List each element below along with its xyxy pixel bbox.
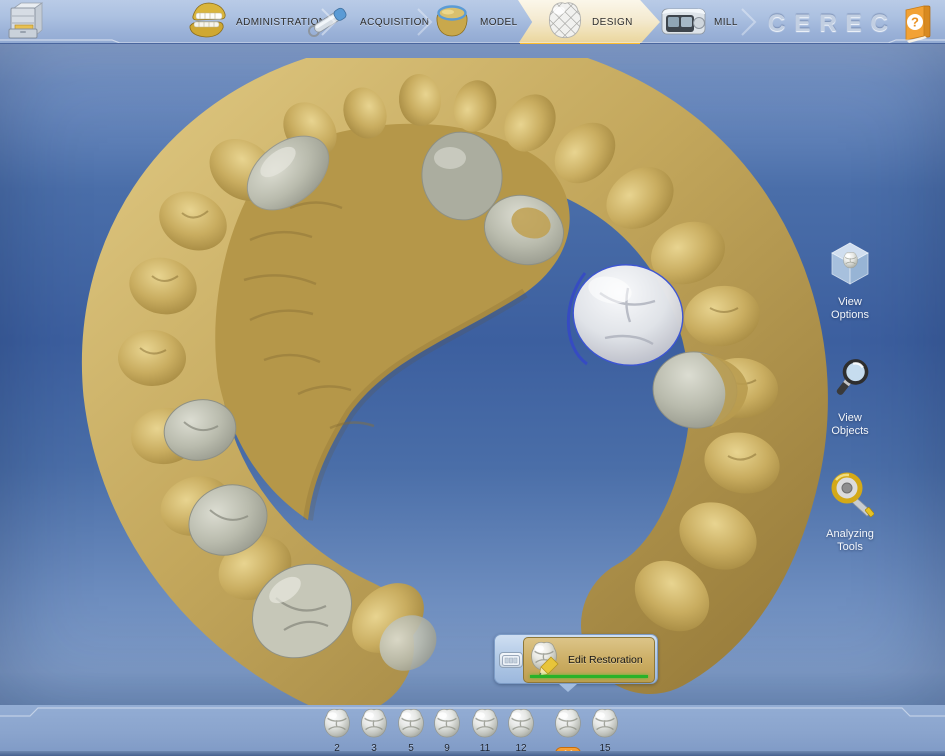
scanner-wand-icon bbox=[306, 0, 354, 45]
analyzing-tools-label: Analyzing Tools bbox=[820, 528, 880, 554]
tooth-number: 15 bbox=[588, 743, 622, 754]
tab-acquisition-label: ACQUISITION bbox=[360, 17, 429, 28]
analyzing-tools-button[interactable]: Analyzing Tools bbox=[820, 472, 880, 554]
model-stump-icon bbox=[430, 0, 474, 45]
3d-viewport[interactable]: View Options View Objects bbox=[0, 44, 945, 705]
cerec-logo: CEREC bbox=[768, 10, 892, 38]
tab-design-label: DESIGN bbox=[592, 17, 633, 28]
molar-icon bbox=[359, 707, 389, 739]
help-book-icon[interactable]: ? bbox=[898, 3, 936, 48]
molar-icon bbox=[590, 707, 620, 739]
dentures-icon bbox=[186, 0, 230, 45]
milling-unit-icon bbox=[658, 0, 708, 45]
model-3d-view[interactable] bbox=[0, 58, 945, 705]
tab-mill[interactable]: MILL bbox=[658, 0, 738, 44]
view-options-label: View Options bbox=[820, 296, 880, 322]
molar-icon bbox=[322, 707, 352, 739]
tooth-number: 5 bbox=[394, 743, 428, 754]
selected-tooth-badge: 14 bbox=[555, 747, 581, 756]
tab-model-label: MODEL bbox=[480, 17, 518, 28]
molar-icon bbox=[553, 707, 583, 739]
tooth-number: 9 bbox=[430, 743, 464, 754]
step-tool-panel: Edit Restoration bbox=[494, 634, 658, 684]
tooth-button-11[interactable]: 11 bbox=[468, 707, 502, 754]
panel-collapse-button[interactable] bbox=[499, 652, 523, 668]
view-objects-button[interactable]: View Objects bbox=[820, 356, 880, 438]
tooth-number: 12 bbox=[504, 743, 538, 754]
tooth-number: 11 bbox=[468, 743, 502, 754]
magnifier-icon bbox=[826, 389, 874, 406]
tab-model[interactable]: MODEL bbox=[430, 0, 518, 44]
wireframe-tooth-icon bbox=[544, 0, 586, 45]
edit-restoration-button[interactable]: Edit Restoration bbox=[523, 637, 655, 683]
tooth-button-15[interactable]: 15 bbox=[588, 707, 622, 754]
view-objects-label: View Objects bbox=[820, 412, 880, 438]
tooth-button-12[interactable]: 12 bbox=[504, 707, 538, 754]
file-cabinet-icon[interactable] bbox=[7, 2, 45, 47]
view-cube-icon bbox=[826, 273, 874, 290]
tooth-button-2[interactable]: 2 bbox=[320, 707, 354, 754]
view-options-button[interactable]: View Options bbox=[820, 240, 880, 322]
top-navigation-bar: ADMINISTRATION ACQUISITION bbox=[0, 0, 945, 44]
tooth-number: 2 bbox=[320, 743, 354, 754]
molar-icon bbox=[470, 707, 500, 739]
tooth-selector-bar: 2 3 5 9 11 12 14 15 bbox=[0, 705, 945, 756]
tab-mill-label: MILL bbox=[714, 17, 738, 28]
molar-icon bbox=[396, 707, 426, 739]
molar-icon bbox=[506, 707, 536, 739]
panel-strip-icon bbox=[502, 655, 520, 666]
edit-restoration-label: Edit Restoration bbox=[568, 654, 643, 666]
molar-icon bbox=[432, 707, 462, 739]
tooth-button-3[interactable]: 3 bbox=[357, 707, 391, 754]
step-progress-line bbox=[530, 675, 648, 678]
panel-pointer bbox=[559, 684, 577, 692]
tab-design[interactable]: DESIGN bbox=[518, 0, 660, 44]
tooth-button-5[interactable]: 5 bbox=[394, 707, 428, 754]
tooth-button-9[interactable]: 9 bbox=[430, 707, 464, 754]
tooth-number: 3 bbox=[357, 743, 391, 754]
tooth-button-14-selected[interactable]: 14 bbox=[551, 707, 585, 756]
tape-measure-icon bbox=[826, 505, 874, 522]
cerec-application-window: ADMINISTRATION ACQUISITION bbox=[0, 0, 945, 756]
help-question-glyph: ? bbox=[911, 15, 919, 30]
tab-acquisition[interactable]: ACQUISITION bbox=[306, 0, 429, 44]
